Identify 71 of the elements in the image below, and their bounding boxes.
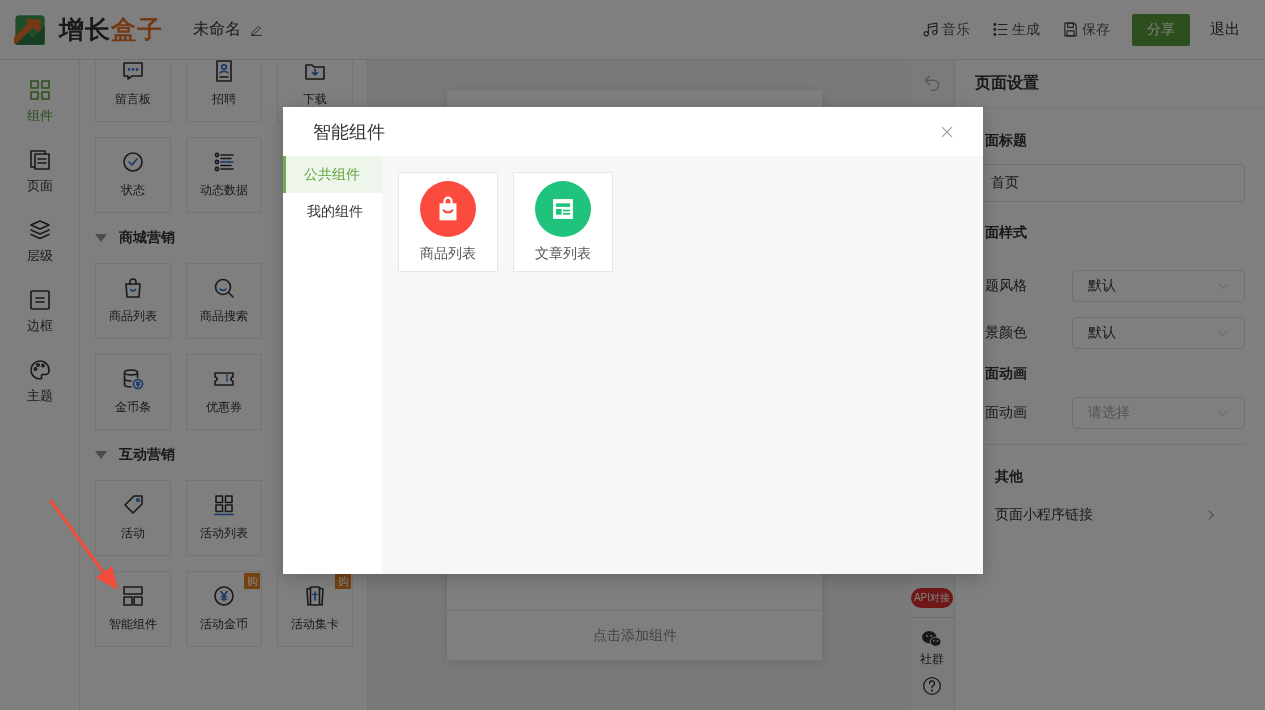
- section-heading: 面样式: [984, 223, 1028, 242]
- tag-icon: [121, 493, 145, 517]
- category-tab[interactable]: 公共组件: [283, 156, 382, 193]
- field-label: 面动画: [984, 404, 1027, 422]
- component-tile[interactable]: 动态数据: [186, 137, 262, 213]
- select-field[interactable]: 默认: [1072, 270, 1245, 302]
- toolbar-button[interactable]: 音乐: [922, 20, 970, 39]
- logo-text: 增长: [59, 14, 111, 45]
- coins-icon: [121, 367, 145, 391]
- api-button[interactable]: API对接: [910, 588, 954, 608]
- undo-icon: [922, 72, 942, 92]
- component-tile[interactable]: 购 活动集卡: [277, 571, 353, 647]
- list-icon: [992, 21, 1009, 38]
- layers-icon: [27, 218, 52, 242]
- field-label: 景颜色: [984, 324, 1027, 342]
- yen-coin-icon: [212, 584, 236, 608]
- rail-tab[interactable]: 组件: [26, 78, 53, 125]
- search-icon: [212, 276, 236, 300]
- component-tile[interactable]: 商品列表: [95, 263, 171, 339]
- chat-bubble-icon: [121, 60, 145, 83]
- rail-tab[interactable]: 页面: [26, 148, 53, 195]
- help-icon: [922, 676, 942, 696]
- toolbar-button[interactable]: 保存: [1062, 20, 1110, 39]
- logo-text: 盒子: [111, 14, 163, 45]
- component-tile[interactable]: 招聘: [186, 60, 262, 122]
- component-card[interactable]: 文章列表: [513, 172, 613, 272]
- logo-icon: [14, 13, 46, 46]
- add-component-button[interactable]: 点击添加组件: [447, 610, 822, 660]
- rail-tab[interactable]: 主题: [26, 358, 53, 405]
- toolbar-button[interactable]: 生成: [992, 20, 1040, 39]
- pages-icon: [27, 148, 52, 172]
- rail-tab[interactable]: 层级: [26, 218, 53, 265]
- component-tile[interactable]: 活动列表: [186, 480, 262, 556]
- section-heading: 其他: [994, 468, 1024, 486]
- help-button[interactable]: [922, 676, 942, 696]
- component-tile[interactable]: 商品搜索: [186, 263, 262, 339]
- component-tile[interactable]: 状态: [95, 137, 171, 213]
- collapse-triangle-icon[interactable]: [95, 234, 107, 242]
- field-label: 题风格: [984, 277, 1027, 295]
- palette-icon: [27, 358, 52, 382]
- save-icon: [1062, 21, 1079, 38]
- component-tile[interactable]: 购 活动金币: [186, 571, 262, 647]
- music-note-icon: [922, 21, 939, 38]
- component-tile[interactable]: 金币条: [95, 354, 171, 430]
- chat-bubbles-icon: [921, 628, 943, 650]
- section-heading: 互动营销: [119, 446, 175, 464]
- layout-icon: [121, 584, 145, 608]
- undo-button[interactable]: [922, 72, 942, 92]
- rail-tab[interactable]: 边框: [26, 288, 53, 335]
- component-tile[interactable]: 活动: [95, 480, 171, 556]
- grid-icon: [212, 493, 236, 517]
- dialog-title: 智能组件: [313, 120, 385, 144]
- exit-button[interactable]: 退出: [1210, 20, 1240, 39]
- component-tile[interactable]: 优惠券: [186, 354, 262, 430]
- document-icon: [27, 288, 52, 312]
- share-button[interactable]: 分享: [1132, 13, 1190, 46]
- component-tile[interactable]: 留言板: [95, 60, 171, 122]
- component-card[interactable]: 商品列表: [398, 172, 498, 272]
- collapse-triangle-icon[interactable]: [95, 451, 107, 459]
- page-name: 未命名: [193, 19, 241, 39]
- select-field[interactable]: 默认: [1072, 317, 1245, 349]
- list-icon: [212, 150, 236, 174]
- component-tile[interactable]: 智能组件: [95, 571, 171, 647]
- grid-icon: [27, 78, 52, 102]
- cards-icon: [303, 584, 327, 608]
- field-label: 面标题: [984, 131, 1028, 150]
- check-circle-icon: [121, 150, 145, 174]
- section-heading: 面动画: [984, 364, 1028, 383]
- section-heading: 商城营销: [119, 229, 175, 247]
- community-button[interactable]: 社群: [920, 628, 944, 668]
- purchase-badge: 购: [244, 573, 260, 589]
